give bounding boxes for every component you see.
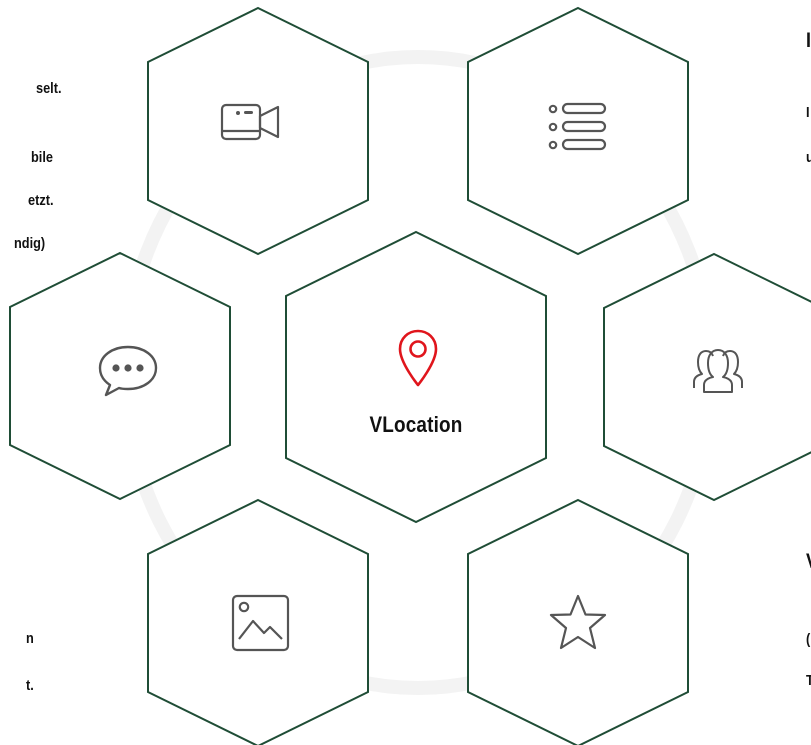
right-text-line-4: V: [806, 551, 811, 572]
star-icon: [549, 594, 607, 650]
video-camera-icon: [220, 103, 280, 141]
image-icon: [231, 594, 290, 652]
left-text-line-5: n: [26, 630, 34, 647]
chat-bubble-icon: [98, 345, 158, 397]
list-icon: [548, 102, 607, 151]
left-text-line-3: etzt.: [28, 192, 54, 209]
right-text-line-6: T: [806, 670, 811, 691]
left-text-line-4: ndig): [14, 235, 46, 252]
left-text-line-1: selt.: [36, 80, 62, 97]
map-pin-icon: [398, 329, 438, 387]
right-text-line-3: u: [806, 147, 811, 168]
center-label: VLocation: [369, 412, 463, 437]
right-text-line-1: I: [806, 29, 811, 52]
right-text-line-5: (: [806, 631, 811, 648]
left-text-line-2: bile: [31, 149, 53, 166]
right-text-line-2: I: [806, 104, 810, 121]
left-text-line-6: t.: [26, 677, 34, 694]
users-group-icon: [693, 349, 743, 393]
